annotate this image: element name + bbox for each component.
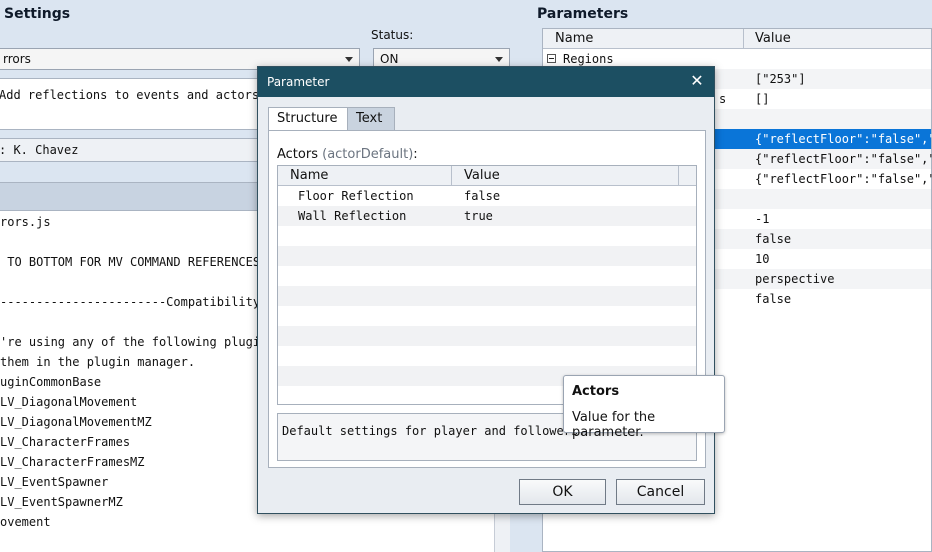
struct-row[interactable]: Wall Reflection true	[278, 206, 696, 226]
column-divider	[678, 166, 679, 186]
chevron-down-icon	[495, 57, 503, 62]
tab-text[interactable]: Text	[347, 107, 395, 131]
parameter-value: []	[755, 92, 770, 106]
chevron-down-icon	[345, 57, 353, 62]
field-label: Actors (actorDefault):	[277, 147, 418, 162]
parameter-description: Default settings for player and follower…	[282, 424, 586, 438]
column-divider	[451, 166, 452, 186]
struct-col-value: Value	[464, 168, 500, 183]
tab-structure[interactable]: Structure	[268, 107, 348, 131]
help-line: them in the plugin manager.	[0, 355, 196, 369]
help-line: rors.js	[0, 215, 51, 229]
status-value: ON	[380, 52, 399, 66]
description-text: Add reflections to events and actors.	[0, 88, 267, 102]
tooltip: Actors Value for the parameter.	[563, 375, 725, 440]
help-line: LV_DiagonalMovement	[0, 395, 138, 409]
col-name-header: Name	[555, 31, 594, 46]
struct-row-empty	[278, 226, 696, 246]
struct-row[interactable]: Floor Reflection false	[278, 186, 696, 206]
help-line: -----------------------Compatibility No	[0, 295, 282, 309]
field-label-sub: (actorDefault)	[322, 147, 414, 162]
tooltip-body: Value for the parameter.	[572, 410, 656, 440]
parameter-value: {"reflectFloor":"false","re	[755, 172, 932, 186]
parameters-table-header: Name Value	[543, 29, 931, 49]
help-line: TO BOTTOM FOR MV COMMAND REFERENCES	[0, 255, 261, 269]
parameter-value: {"reflectFloor":"false","re	[755, 152, 932, 166]
col-value-header: Value	[755, 31, 791, 46]
parameter-value: false	[755, 292, 792, 306]
struct-row-value: false	[464, 189, 501, 203]
parameter-value: 10	[755, 252, 770, 266]
column-divider	[743, 29, 744, 49]
help-line: 're using any of the following plugins	[0, 335, 275, 349]
struct-row-value: true	[464, 209, 493, 223]
help-line: LV_CharacterFrames	[0, 435, 131, 449]
plugin-name-value: rrors	[3, 52, 31, 66]
parameter-name: Regions	[563, 52, 614, 66]
struct-row-name: Floor Reflection	[298, 189, 414, 203]
dialog-titlebar[interactable]: Parameter ✕	[258, 67, 714, 97]
settings-title: Settings	[4, 6, 71, 22]
parameter-value: ["253"]	[755, 72, 806, 86]
help-line: LV_DiagonalMovementMZ	[0, 415, 152, 429]
minus-box-icon[interactable]	[547, 54, 556, 63]
struct-row-empty	[278, 246, 696, 266]
field-label-main: Actors	[277, 147, 318, 162]
author-text: : K. Chavez	[0, 143, 79, 157]
struct-table: Name Value Floor Reflection false Wall Ref…	[277, 165, 697, 405]
parameter-dialog: Parameter ✕ Structure Text Actors (actor…	[257, 66, 715, 514]
struct-table-header: Name Value	[278, 166, 696, 186]
help-line: LV_EventSpawnerMZ	[0, 495, 123, 509]
ok-button[interactable]: OK	[519, 479, 606, 505]
parameter-value: -1	[755, 212, 770, 226]
struct-row-empty	[278, 326, 696, 346]
tooltip-title: Actors	[572, 384, 620, 399]
struct-row-empty	[278, 346, 696, 366]
parameter-name: s	[719, 92, 727, 106]
struct-row-empty	[278, 286, 696, 306]
parameter-value: false	[755, 232, 792, 246]
struct-col-name: Name	[290, 168, 329, 183]
help-line: ovement	[0, 515, 51, 529]
help-line: LV_EventSpawner	[0, 475, 109, 489]
close-icon[interactable]: ✕	[688, 72, 706, 90]
parameter-value: {"reflectFloor":"false","re	[755, 132, 932, 146]
field-label-colon: :	[413, 147, 418, 162]
help-line: uginCommonBase	[0, 375, 102, 389]
dialog-title: Parameter	[267, 75, 330, 89]
parameters-title: Parameters	[537, 6, 629, 22]
parameter-value: perspective	[755, 272, 835, 286]
help-line: LV_CharacterFramesMZ	[0, 455, 145, 469]
status-label: Status:	[371, 28, 414, 42]
struct-row-empty	[278, 266, 696, 286]
cancel-button[interactable]: Cancel	[616, 479, 705, 505]
struct-row-empty	[278, 306, 696, 326]
struct-row-name: Wall Reflection	[298, 209, 407, 223]
